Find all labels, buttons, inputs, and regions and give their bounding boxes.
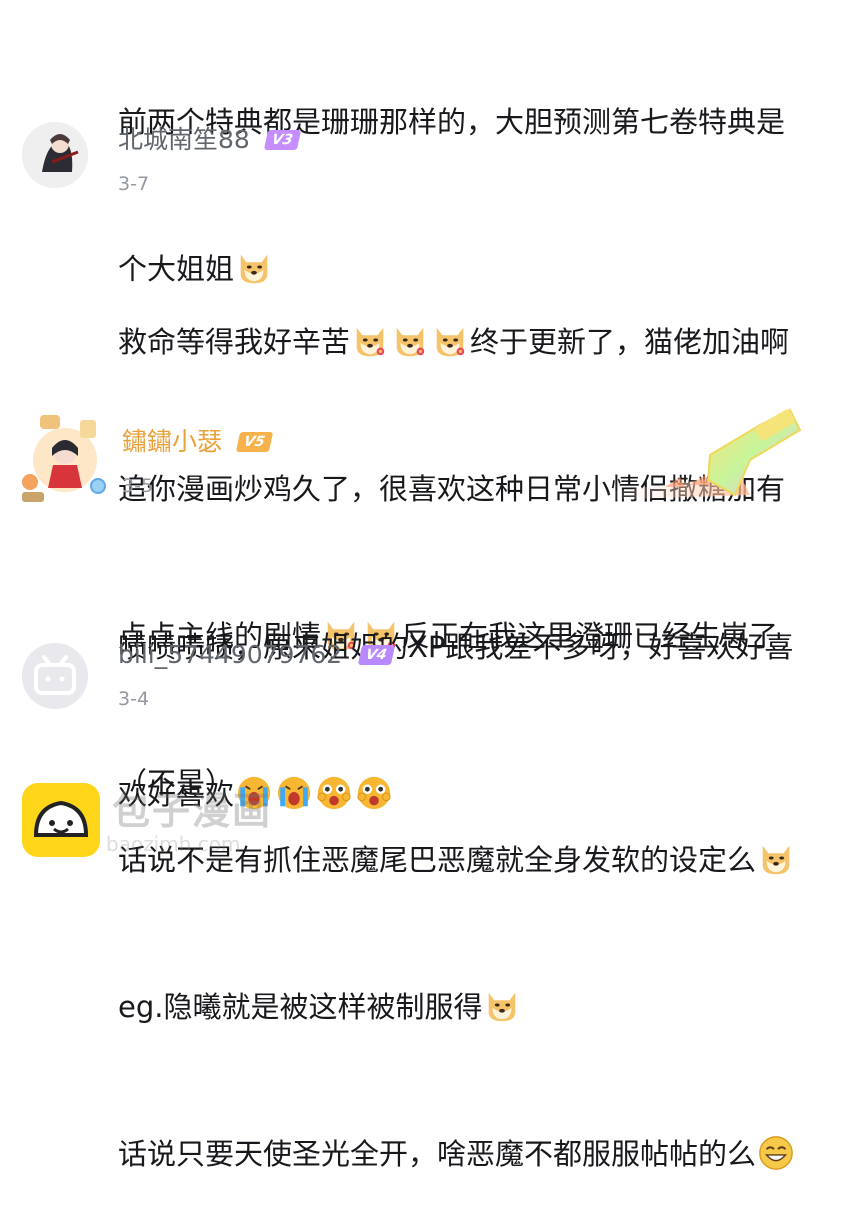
- comment-line: 救命等得我好辛苦 终于更新了，猫佬加油啊: [118, 318, 830, 367]
- comment-line: eg.隐曦就是被这样被制服得: [118, 983, 830, 1032]
- username[interactable]: 北城南笙88: [118, 125, 250, 155]
- avatar[interactable]: [22, 643, 88, 709]
- comment-date: 3-7: [118, 173, 150, 195]
- paintbrush-decoration-icon: [600, 405, 810, 505]
- avatar[interactable]: [22, 122, 88, 188]
- comment-date: 3-5: [122, 475, 154, 497]
- watermark-logo: [22, 783, 100, 857]
- comment-line: 话说只要天使圣光全开，啥恶魔不都服服帖帖的么: [118, 1130, 830, 1179]
- smile-emoji-icon: [757, 1134, 795, 1172]
- doge-emoji-icon: [483, 987, 521, 1025]
- doge-flower-emoji-icon: [351, 322, 389, 360]
- doge-emoji-icon: [757, 840, 795, 878]
- watermark-text: 包子漫画: [112, 789, 273, 833]
- doge-flower-emoji-icon: [391, 322, 429, 360]
- comment-date: 3-4: [118, 688, 150, 710]
- avatar[interactable]: [10, 410, 110, 510]
- doge-flower-emoji-icon: [431, 322, 469, 360]
- username[interactable]: 鏽鏽小瑟: [122, 427, 222, 457]
- level-badge: V3: [263, 130, 301, 150]
- level-badge: V4: [357, 645, 395, 665]
- watermark-url: baozimh.com: [106, 832, 241, 856]
- level-badge: V5: [235, 432, 273, 452]
- username[interactable]: bili_57449079762: [118, 640, 342, 670]
